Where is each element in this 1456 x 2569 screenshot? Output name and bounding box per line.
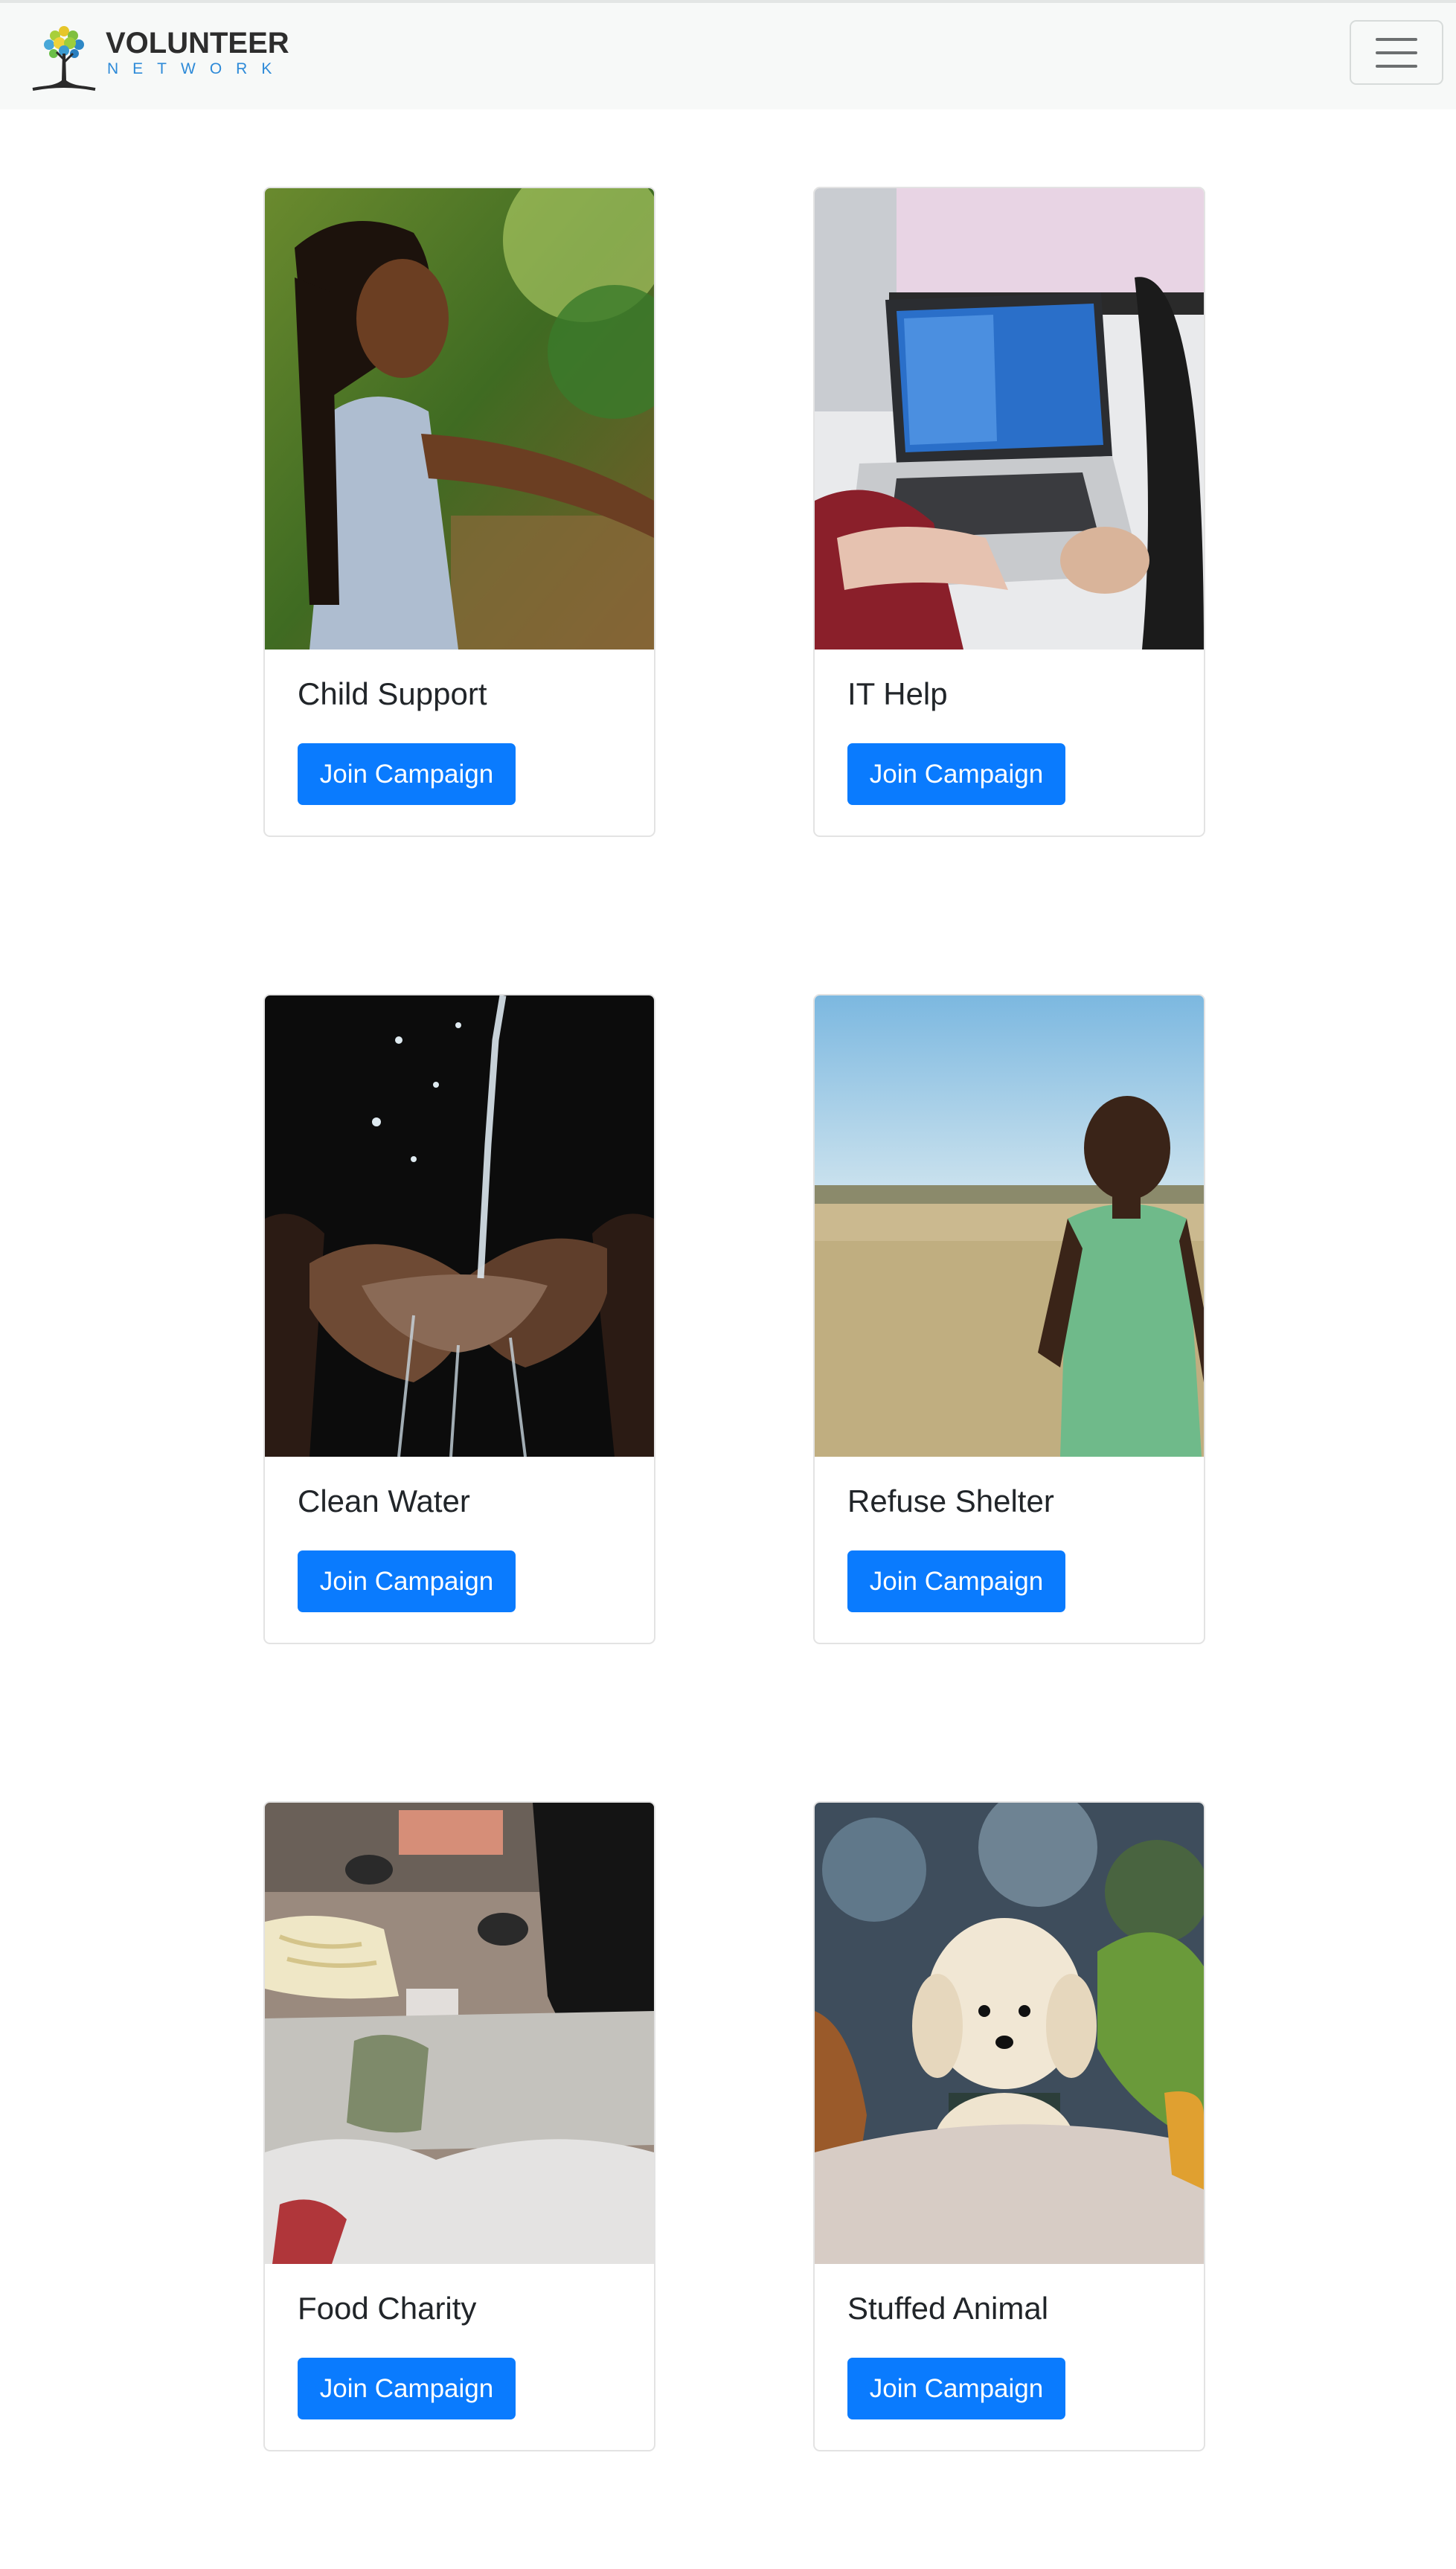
brand-title: VOLUNTEER — [106, 27, 289, 60]
navbar-toggler-button[interactable] — [1350, 20, 1443, 85]
hamburger-menu-icon — [1376, 37, 1417, 41]
campaign-image — [265, 995, 654, 1457]
campaign-image — [265, 1803, 654, 2264]
join-campaign-button[interactable]: Join Campaign — [847, 1550, 1065, 1612]
join-campaign-button[interactable]: Join Campaign — [298, 743, 516, 805]
campaign-card: Refuse Shelter Join Campaign — [813, 994, 1205, 1644]
campaign-image — [815, 188, 1204, 650]
campaign-image — [815, 995, 1204, 1457]
campaign-card: Food Charity Join Campaign — [263, 1801, 655, 2451]
campaign-image — [815, 1803, 1204, 2264]
campaign-title: Child Support — [298, 676, 487, 711]
campaign-title: Food Charity — [298, 2291, 477, 2326]
brand-link[interactable]: VOLUNTEER NETWORK — [27, 15, 289, 94]
navbar: VOLUNTEER NETWORK — [0, 0, 1456, 109]
join-campaign-button[interactable]: Join Campaign — [847, 2358, 1065, 2419]
campaign-card: Clean Water Join Campaign — [263, 994, 655, 1644]
campaign-card: IT Help Join Campaign — [813, 187, 1205, 837]
campaign-card: Stuffed Animal Join Campaign — [813, 1801, 1205, 2451]
join-campaign-button[interactable]: Join Campaign — [298, 2358, 516, 2419]
join-campaign-button[interactable]: Join Campaign — [298, 1550, 516, 1612]
campaign-image — [265, 188, 654, 650]
join-campaign-button[interactable]: Join Campaign — [847, 743, 1065, 805]
hamburger-menu-icon — [1376, 51, 1417, 54]
campaign-title: Clean Water — [298, 1484, 470, 1518]
campaign-card: Child Support Join Campaign — [263, 187, 655, 837]
hamburger-menu-icon — [1376, 64, 1417, 68]
brand-subtitle: NETWORK — [107, 60, 286, 77]
campaign-title: Stuffed Animal — [847, 2291, 1049, 2326]
campaign-title: IT Help — [847, 676, 948, 711]
campaign-title: Refuse Shelter — [847, 1484, 1054, 1518]
tree-icon — [32, 26, 96, 91]
